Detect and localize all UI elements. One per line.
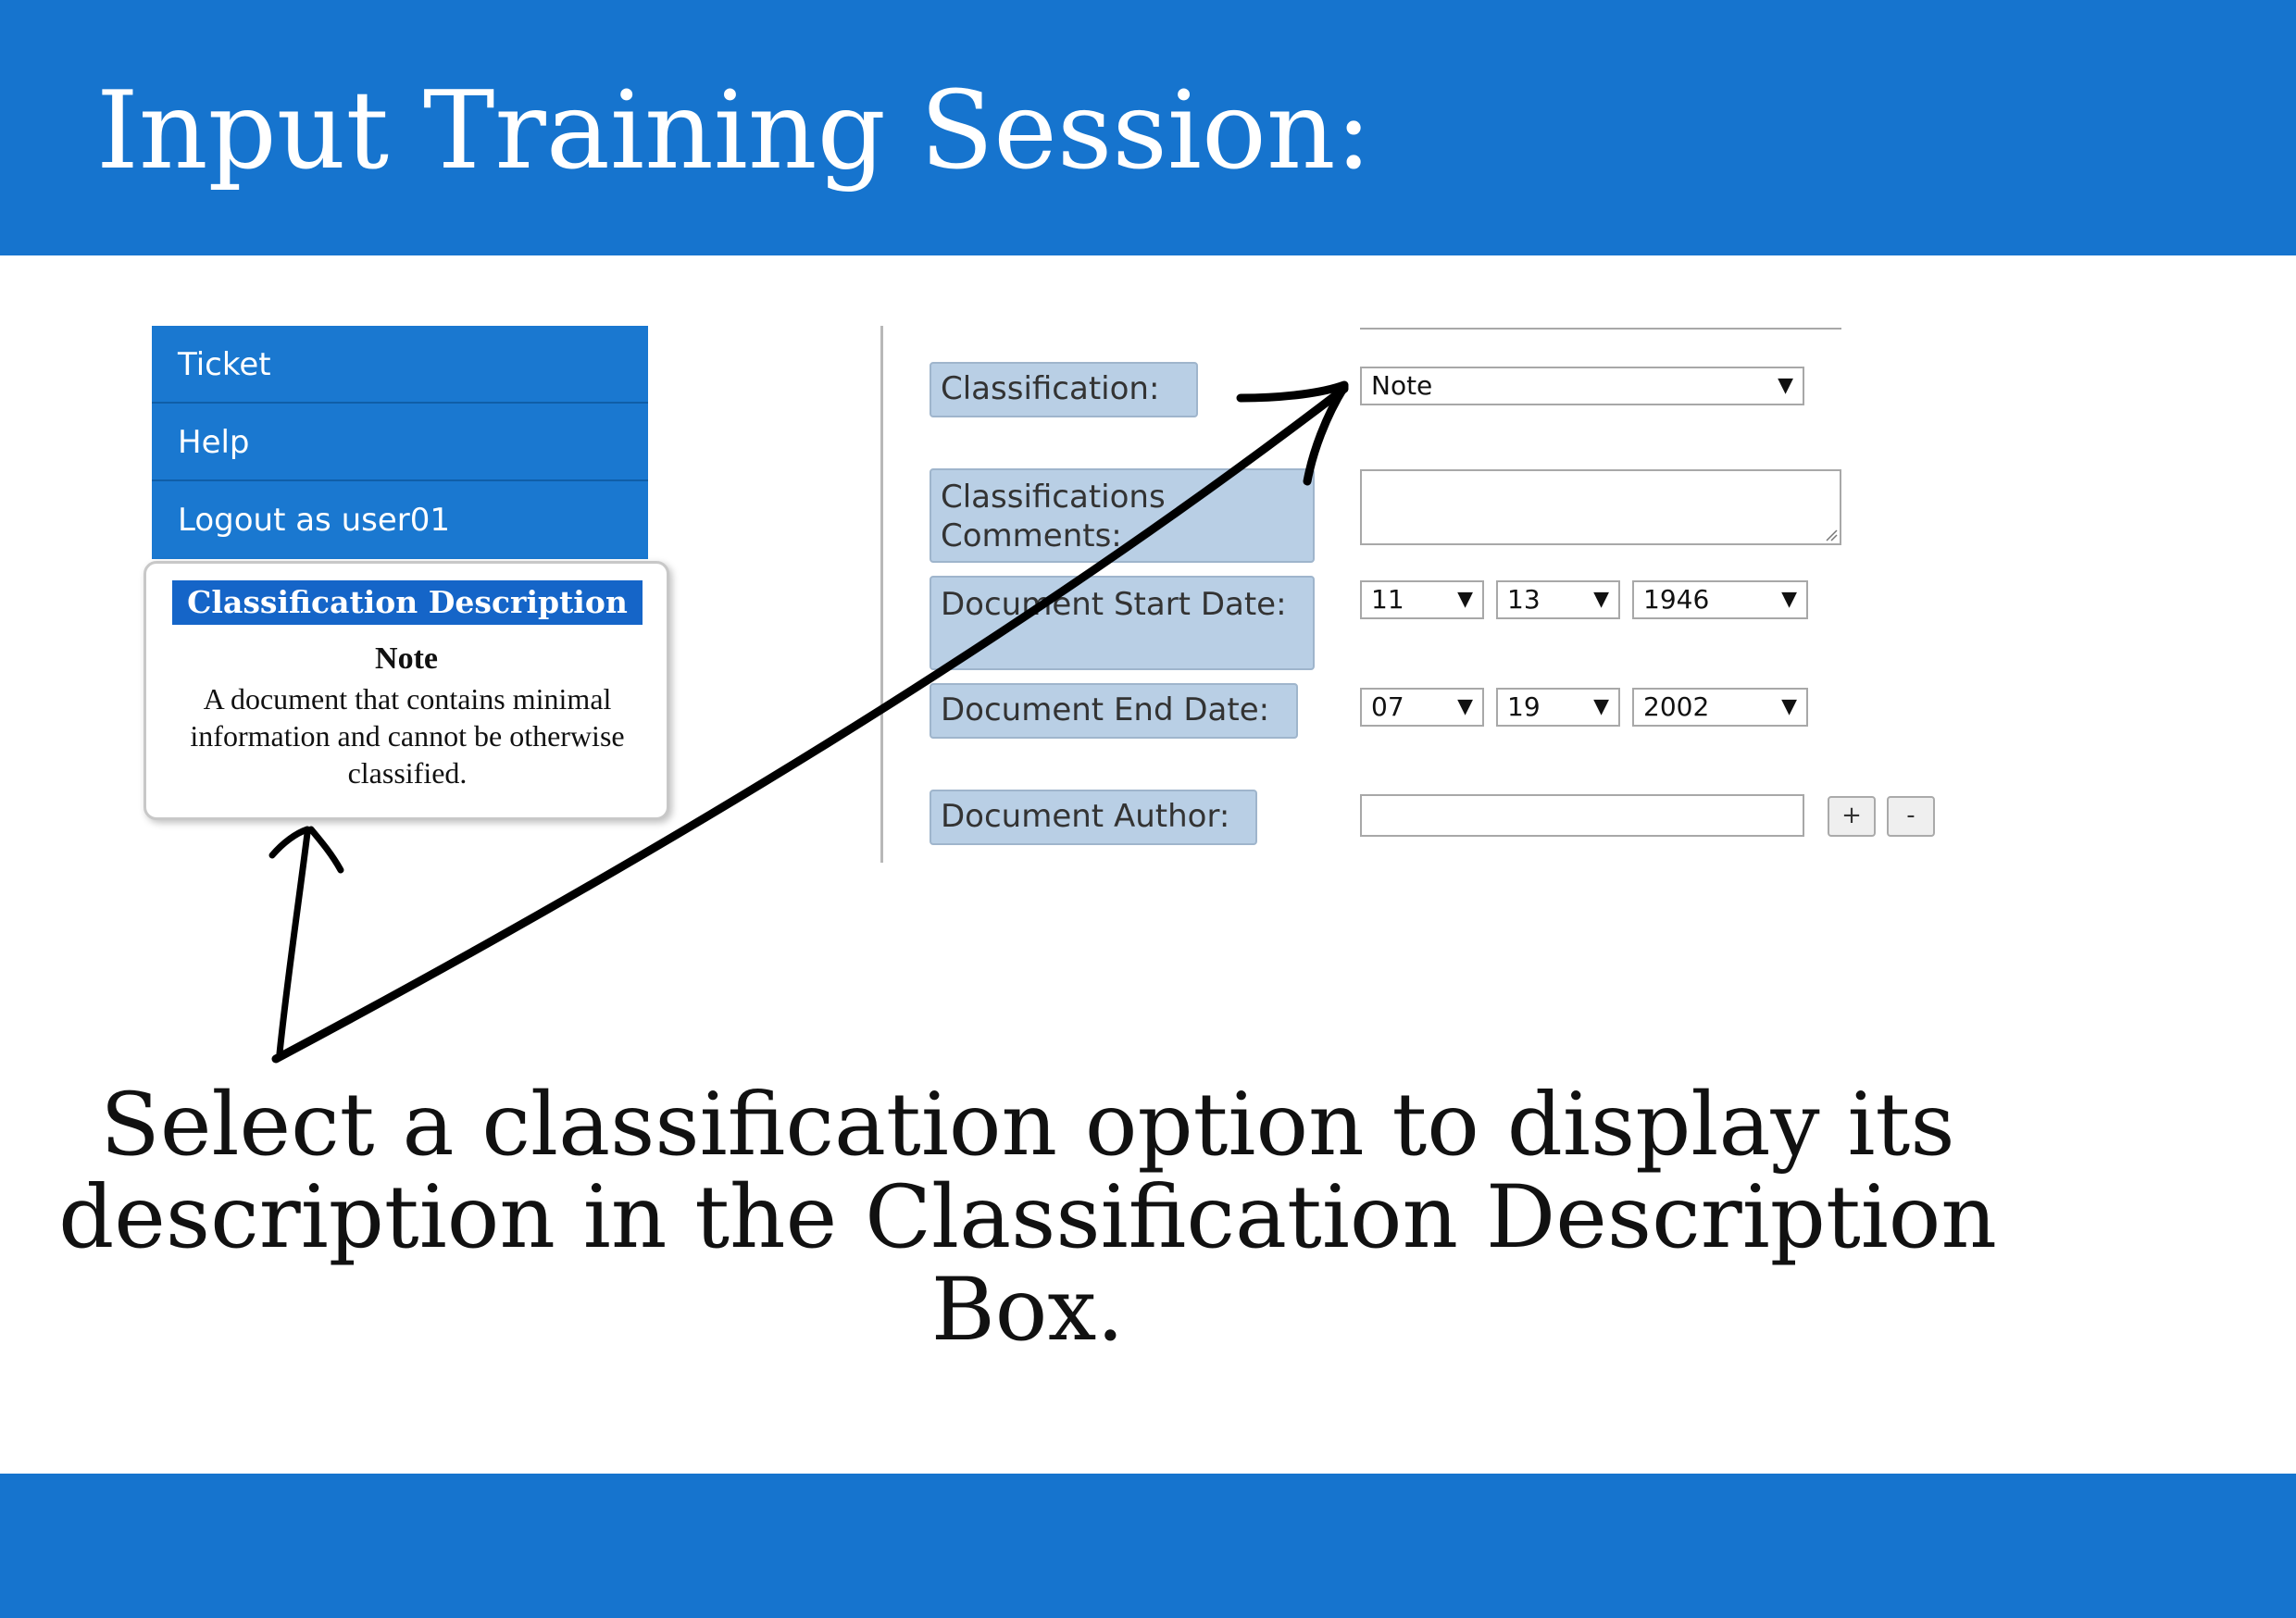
nav-item-logout[interactable]: Logout as user01 [152, 481, 648, 559]
chevron-down-icon: ▼ [1781, 588, 1797, 611]
chevron-down-icon: ▼ [1593, 695, 1609, 718]
document-author-input[interactable] [1360, 794, 1804, 837]
end-day-value: 19 [1507, 691, 1541, 722]
diagonal-arrowhead-lower [1303, 382, 1349, 486]
nav-item-ticket[interactable]: Ticket [152, 326, 648, 404]
chevron-down-icon: ▼ [1593, 588, 1609, 611]
description-classification-name: Note [375, 641, 438, 676]
vertical-divider [880, 326, 883, 863]
chevron-down-icon: ▼ [1457, 695, 1473, 718]
classification-select[interactable]: Note ▼ [1360, 367, 1804, 405]
instruction-text: Select a classification option to displa… [58, 1075, 1997, 1361]
nav-menu: Ticket Help Logout as user01 [152, 326, 648, 559]
document-start-date-label: Document Start Date: [930, 576, 1315, 670]
vertical-arrow-shaft [276, 829, 311, 1057]
start-month-select[interactable]: 11 ▼ [1360, 580, 1484, 619]
end-year-value: 2002 [1643, 691, 1710, 722]
header-banner: Input Training Session: [0, 0, 2296, 255]
end-year-select[interactable]: 2002 ▼ [1632, 688, 1808, 727]
classification-description-box: Classification Description Note A docume… [144, 561, 669, 820]
start-month-value: 11 [1371, 584, 1404, 615]
vertical-arrowhead-left [268, 826, 311, 859]
document-author-label: Document Author: [930, 790, 1257, 845]
vertical-arrowhead-right [307, 826, 344, 874]
chevron-down-icon: ▼ [1781, 695, 1797, 718]
remove-author-button[interactable]: - [1887, 796, 1935, 837]
resize-grip-icon[interactable] [1823, 527, 1838, 541]
footer-banner [0, 1474, 2296, 1618]
chevron-down-icon: ▼ [1457, 588, 1473, 611]
start-year-select[interactable]: 1946 ▼ [1632, 580, 1808, 619]
diagonal-arrowhead-upper [1236, 380, 1349, 403]
end-day-select[interactable]: 19 ▼ [1496, 688, 1620, 727]
classifications-comments-label: Classifications Comments: [930, 468, 1315, 563]
start-day-select[interactable]: 13 ▼ [1496, 580, 1620, 619]
add-author-button[interactable]: + [1828, 796, 1876, 837]
classification-select-value: Note [1371, 370, 1433, 401]
description-box-header: Classification Description [172, 580, 643, 625]
start-day-value: 13 [1507, 584, 1541, 615]
chevron-down-icon: ▼ [1778, 374, 1793, 397]
description-text: A document that contains minimal informa… [190, 682, 625, 790]
previous-field-edge[interactable] [1360, 296, 1841, 330]
end-month-value: 07 [1371, 691, 1404, 722]
nav-item-help[interactable]: Help [152, 404, 648, 481]
document-end-date-label: Document End Date: [930, 683, 1298, 739]
slide-title: Input Training Session: [96, 68, 1372, 193]
classifications-comments-textarea[interactable] [1360, 469, 1841, 545]
classification-label: Classification: [930, 362, 1198, 417]
end-month-select[interactable]: 07 ▼ [1360, 688, 1484, 727]
start-year-value: 1946 [1643, 584, 1710, 615]
